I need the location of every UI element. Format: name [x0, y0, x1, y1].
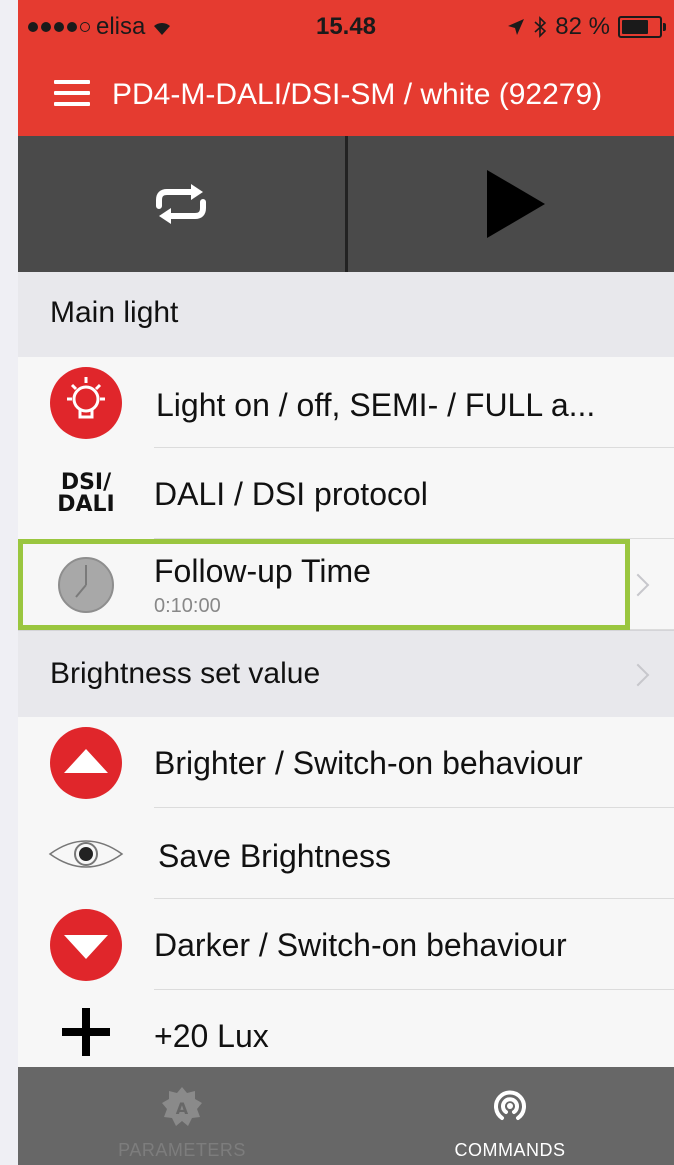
dsi-icon-text-bottom: DALI	[57, 492, 115, 517]
plus-icon	[48, 994, 124, 1070]
list-item-value: 0:10:00	[154, 595, 221, 617]
play-icon	[486, 170, 545, 238]
dsi-dali-icon: DSI/ DALI	[48, 456, 124, 532]
page-title: PD4-M-DALI/DSI-SM / white (92279)	[112, 78, 603, 111]
battery-percent: 82 %	[555, 13, 610, 40]
status-right: 82 %	[507, 13, 666, 41]
eye-icon	[48, 816, 124, 892]
section-header-brightness-set-value[interactable]: Brightness set value	[18, 630, 674, 719]
navigation-bar: PD4-M-DALI/DSI-SM / white (92279)	[18, 58, 674, 136]
list-item-label: +20 Lux	[154, 1018, 269, 1054]
bluetooth-icon	[534, 16, 547, 38]
list-item-label: Follow-up Time	[154, 553, 371, 589]
list-item-label: Light on / off, SEMI- / FULL a...	[156, 387, 596, 423]
repeat-button[interactable]	[18, 136, 348, 272]
play-button[interactable]	[347, 136, 674, 272]
clock-icon	[48, 547, 124, 623]
tab-label: PARAMETERS	[118, 1140, 246, 1160]
tab-bar: A PARAMETERS COMMANDS	[18, 1067, 674, 1165]
location-arrow-icon	[508, 19, 525, 35]
brighter-arrow-icon	[48, 725, 124, 801]
section-title: Brightness set value	[50, 657, 321, 690]
list-item-save-brightness[interactable]: Save Brightness	[18, 808, 674, 899]
tab-commands[interactable]: COMMANDS	[346, 1067, 674, 1165]
list-item-label: Brighter / Switch-on behaviour	[154, 745, 583, 781]
parameters-gear-icon: A	[162, 1087, 202, 1126]
dsi-icon-text-top: DSI/	[60, 470, 112, 495]
light-bulb-icon	[48, 365, 124, 441]
section-header-main-light: Main light	[18, 272, 674, 358]
svg-text:A: A	[176, 1099, 189, 1118]
chevron-right-icon	[626, 573, 650, 597]
battery-icon	[618, 16, 666, 38]
tab-parameters[interactable]: A PARAMETERS	[18, 1067, 346, 1165]
list-item-light-on-off[interactable]: Light on / off, SEMI- / FULL a...	[18, 357, 674, 448]
menu-icon[interactable]	[54, 80, 90, 110]
list-item-label: Save Brightness	[158, 838, 392, 874]
app-screen: elisa 15.48 82 % PD4-M-DALI/DSI-SM / whi…	[18, 0, 674, 1165]
list-item-brighter[interactable]: Brighter / Switch-on behaviour	[18, 717, 674, 808]
status-bar: elisa 15.48 82 %	[18, 0, 674, 58]
tab-label: COMMANDS	[454, 1140, 566, 1160]
chevron-right-icon	[626, 663, 650, 687]
repeat-icon	[156, 184, 207, 224]
list-item-darker[interactable]: Darker / Switch-on behaviour	[18, 899, 674, 990]
action-toolbar	[18, 136, 674, 272]
list-item-plus-20-lux[interactable]: +20 Lux	[18, 990, 674, 1067]
darker-arrow-icon	[48, 907, 124, 983]
list-item-dali-dsi-protocol[interactable]: DSI/ DALI DALI / DSI protocol	[18, 448, 674, 539]
commands-signal-icon	[494, 1090, 526, 1120]
section-title: Main light	[50, 296, 179, 329]
list-item-label: DALI / DSI protocol	[154, 476, 428, 512]
list-item-follow-up-time[interactable]: Follow-up Time 0:10:00	[18, 539, 674, 630]
list-item-label: Darker / Switch-on behaviour	[154, 927, 567, 963]
